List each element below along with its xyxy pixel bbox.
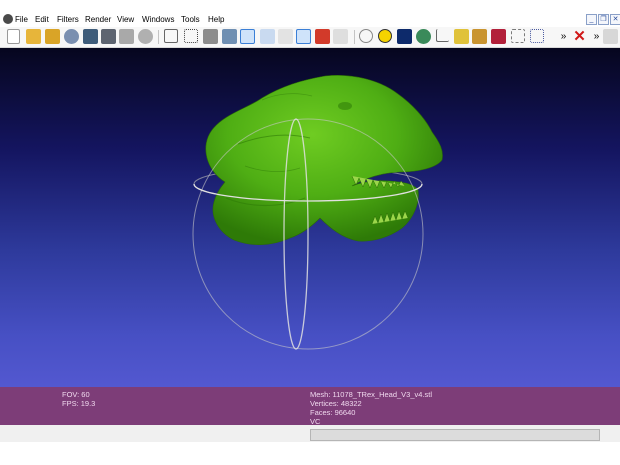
select-region-icon[interactable] [511,29,525,43]
menu-bar: File Edit Filters Render View Windows To… [0,12,620,27]
toolbar-separator [158,30,159,44]
disk-icon[interactable] [138,29,153,44]
axes-icon[interactable] [436,29,449,42]
open-project-icon[interactable] [26,29,41,44]
toolbar-overflow-icon[interactable]: » [556,29,571,44]
globe-icon[interactable] [416,29,431,44]
delete-icon[interactable]: ✕ [572,29,587,44]
restore-button[interactable]: ❐ [598,14,609,25]
wireframe-icon[interactable] [203,29,218,44]
layer-icon[interactable] [119,29,134,44]
bounding-box-icon[interactable] [164,29,178,43]
new-project-icon[interactable] [7,29,20,44]
texture-icon[interactable] [260,29,275,44]
magic-wand-icon[interactable] [454,29,469,44]
painting-icon[interactable] [491,29,506,44]
menu-view[interactable]: View [117,14,134,25]
progress-bar [310,429,600,441]
mesh-name: Mesh: 11078_TRex_Head_V3_v4.stl [310,390,433,399]
menu-edit[interactable]: Edit [35,14,49,25]
selection-icon[interactable] [333,29,348,44]
faces-count: Faces: 96640 [310,408,356,417]
menu-windows[interactable]: Windows [142,14,174,25]
points-icon[interactable] [184,29,198,43]
toolbar-overflow-icon-2[interactable]: » [589,29,604,44]
paint-brush-icon[interactable] [472,29,487,44]
minimize-button[interactable]: _ [586,14,597,25]
flat-shading-icon[interactable] [278,29,293,44]
import-mesh-icon[interactable] [45,29,60,44]
fov-readout: FOV: 60 [62,390,90,399]
backface-culling-icon[interactable] [315,29,330,44]
annotation-icon[interactable] [378,29,392,43]
menu-filters[interactable]: Filters [57,14,79,25]
smooth-shading-icon[interactable] [240,29,255,44]
menu-render[interactable]: Render [85,14,111,25]
trackball-icon[interactable] [359,29,373,43]
fps-readout: FPS: 19.3 [62,399,96,408]
color-icon[interactable] [397,29,412,44]
snapshot-icon[interactable] [101,29,116,44]
meshlab-app-icon[interactable] [3,14,13,24]
scene-svg [192,75,443,350]
toolbar: » ✕ » [0,27,620,48]
menu-tools[interactable]: Tools [181,14,200,25]
trex-head-mesh [205,75,443,245]
3d-viewport[interactable] [0,48,620,387]
reload-icon[interactable] [64,29,79,44]
menu-file[interactable]: File [15,14,28,25]
flat-lines-icon[interactable] [222,29,237,44]
menu-help[interactable]: Help [208,14,224,25]
select-vertices-icon[interactable] [530,29,544,43]
info-overlay: FOV: 60 FPS: 19.3 Mesh: 11078_TRex_Head_… [0,387,620,426]
toolbar-separator [354,30,355,44]
settings-icon[interactable] [603,29,618,44]
export-mesh-icon[interactable] [83,29,98,44]
lighting-icon[interactable] [296,29,311,44]
close-button[interactable]: ✕ [610,14,620,25]
vertices-count: Vertices: 48322 [310,399,362,408]
